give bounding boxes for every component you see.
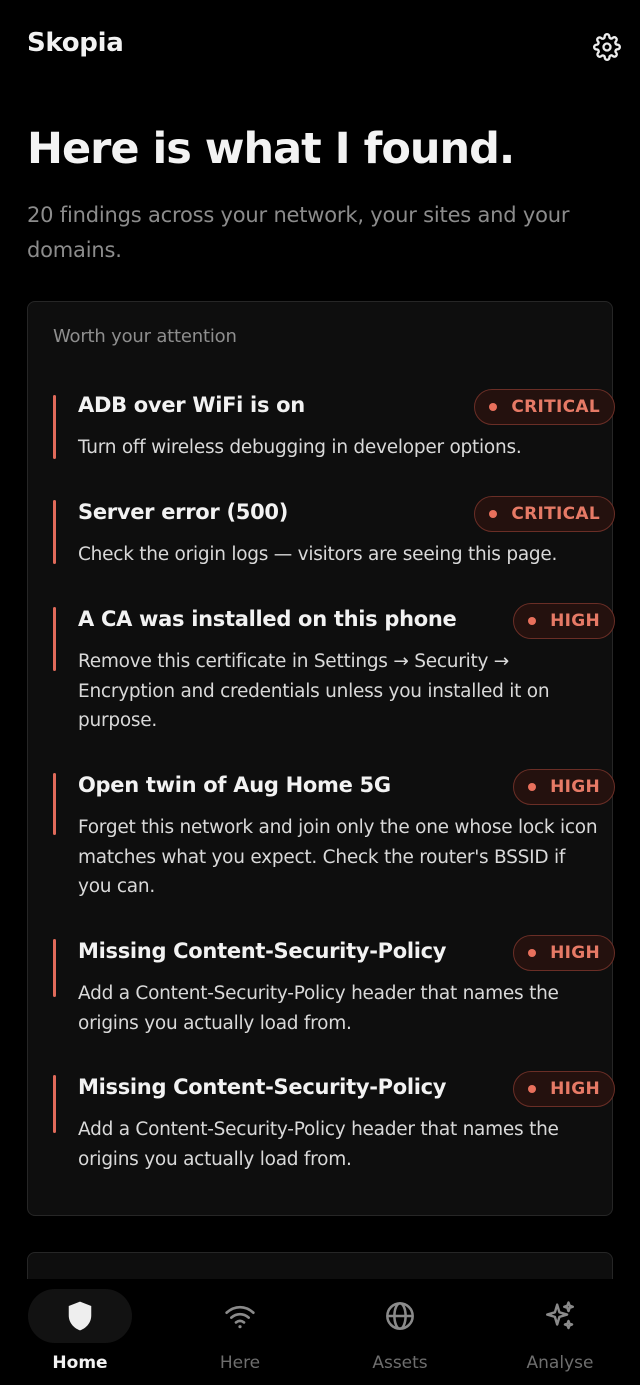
- severity-label: CRITICAL: [511, 504, 600, 524]
- finding-description: Remove this certificate in Settings → Se…: [78, 651, 550, 731]
- nav-item-analyse[interactable]: Analyse: [480, 1279, 640, 1385]
- severity-label: HIGH: [550, 777, 600, 797]
- nav-item-home[interactable]: Home: [0, 1279, 160, 1385]
- finding-item[interactable]: ADB over WiFi is on CRITICAL Turn off wi…: [53, 389, 615, 467]
- finding-description: Add a Content-Security-Policy header tha…: [78, 1119, 559, 1170]
- severity-bar: [53, 607, 56, 671]
- severity-dot-icon: [528, 1085, 537, 1093]
- app-title: Skopia: [27, 28, 124, 58]
- sparkles-icon: [546, 1301, 574, 1330]
- finding-title: A CA was installed on this phone: [78, 607, 457, 631]
- severity-dot-icon: [528, 617, 537, 625]
- nav-label-home: Home: [52, 1353, 108, 1373]
- severity-badge: CRITICAL: [474, 496, 615, 532]
- severity-bar: [53, 939, 56, 997]
- finding-description: Check the origin logs — visitors are see…: [78, 544, 558, 565]
- card-title: Worth your attention: [53, 326, 237, 347]
- finding-item[interactable]: Server error (500) CRITICAL Check the or…: [53, 496, 615, 574]
- severity-badge: HIGH: [513, 769, 615, 805]
- severity-label: HIGH: [550, 1079, 600, 1099]
- severity-label: HIGH: [550, 611, 600, 631]
- finding-title: ADB over WiFi is on: [78, 393, 305, 417]
- bottom-navigation: Home Here Assets Analyse: [0, 1279, 640, 1385]
- finding-title: Server error (500): [78, 500, 289, 524]
- finding-item[interactable]: Open twin of Aug Home 5G HIGH Forget thi…: [53, 769, 615, 903]
- finding-item[interactable]: Missing Content-Security-Policy HIGH Add…: [53, 1071, 615, 1175]
- finding-item[interactable]: A CA was installed on this phone HIGH Re…: [53, 603, 615, 737]
- page-subtitle: 20 findings across your network, your si…: [27, 203, 570, 262]
- gear-icon: [593, 33, 621, 61]
- nav-icon-pill: [348, 1289, 452, 1343]
- nav-label-here: Here: [219, 1353, 261, 1373]
- shield-icon: [68, 1301, 92, 1331]
- severity-label: HIGH: [550, 943, 600, 963]
- finding-title: Open twin of Aug Home 5G: [78, 773, 391, 797]
- severity-badge: CRITICAL: [474, 389, 615, 425]
- page-title: Here is what I found.: [27, 124, 515, 174]
- severity-badge: HIGH: [513, 1071, 615, 1107]
- nav-icon-pill: [188, 1289, 292, 1343]
- severity-dot-icon: [528, 949, 537, 957]
- wifi-icon: [225, 1305, 255, 1329]
- finding-description: Turn off wireless debugging in developer…: [78, 437, 522, 458]
- severity-bar: [53, 773, 56, 835]
- severity-dot-icon: [528, 783, 537, 791]
- nav-icon-pill: [28, 1289, 132, 1343]
- nav-item-here[interactable]: Here: [160, 1279, 320, 1385]
- app-root: Skopia Here is what I found. 20 findings…: [0, 0, 640, 1385]
- severity-badge: HIGH: [513, 603, 615, 639]
- severity-dot-icon: [489, 403, 498, 411]
- nav-item-assets[interactable]: Assets: [320, 1279, 480, 1385]
- finding-item[interactable]: Missing Content-Security-Policy HIGH Add…: [53, 935, 615, 1039]
- nav-label-assets: Assets: [372, 1353, 428, 1373]
- severity-bar: [53, 1075, 56, 1133]
- severity-label: CRITICAL: [511, 397, 600, 417]
- finding-description: Forget this network and join only the on…: [78, 817, 598, 897]
- severity-bar: [53, 500, 56, 564]
- finding-description: Add a Content-Security-Policy header tha…: [78, 983, 559, 1034]
- severity-badge: HIGH: [513, 935, 615, 971]
- settings-button[interactable]: [589, 29, 625, 65]
- nav-label-analyse: Analyse: [526, 1353, 594, 1373]
- finding-title: Missing Content-Security-Policy: [78, 939, 447, 963]
- nav-icon-pill: [508, 1289, 612, 1343]
- finding-title: Missing Content-Security-Policy: [78, 1075, 447, 1099]
- attention-card: Worth your attention ADB over WiFi is on…: [27, 301, 615, 1216]
- severity-dot-icon: [489, 510, 498, 518]
- globe-icon: [386, 1302, 414, 1330]
- top-bar: Skopia: [0, 0, 640, 94]
- severity-bar: [53, 395, 56, 459]
